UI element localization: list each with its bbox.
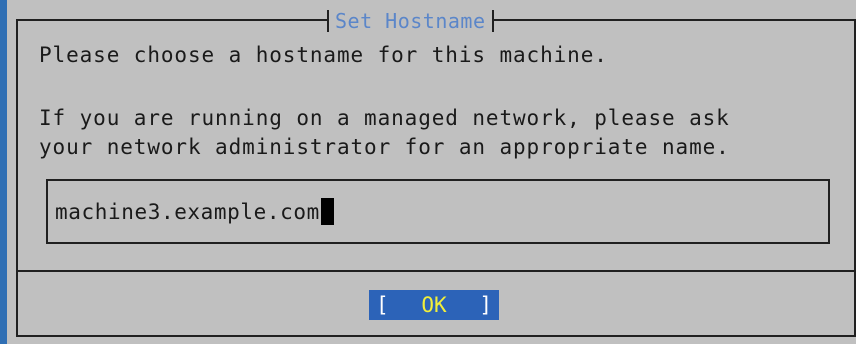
ok-button-label: OK [421, 293, 447, 317]
text-cursor [320, 198, 334, 225]
hostname-input-value: machine3.example.com [55, 199, 320, 224]
dialog-title: Set Hostname [335, 9, 486, 33]
info-text-line-1: If you are running on a managed network,… [39, 106, 730, 130]
info-text-line-2: your network administrator for an approp… [39, 135, 730, 159]
button-divider [16, 270, 856, 272]
dialog-title-bar: Set Hostname [327, 10, 494, 32]
prompt-text: Please choose a hostname for this machin… [39, 43, 608, 67]
title-divider-right [491, 10, 494, 32]
ok-bracket-right: ] [479, 293, 492, 317]
set-hostname-dialog: Set Hostname Please choose a hostname fo… [7, 0, 856, 344]
ok-button[interactable]: [ OK ] [369, 290, 499, 320]
hostname-input[interactable]: machine3.example.com [46, 179, 830, 244]
ok-bracket-left: [ [376, 293, 389, 317]
